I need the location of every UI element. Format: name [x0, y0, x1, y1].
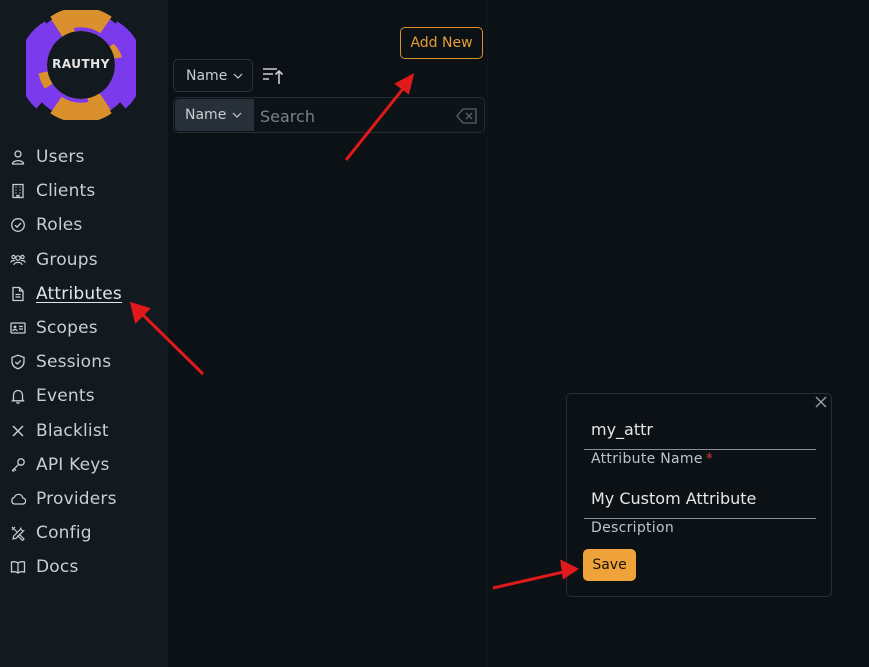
- sidebar-item-groups[interactable]: Groups: [0, 243, 168, 277]
- sidebar-item-label: Sessions: [36, 352, 112, 373]
- clear-input-icon[interactable]: [456, 107, 478, 125]
- bell-icon: [11, 390, 25, 405]
- close-icon[interactable]: [814, 395, 828, 409]
- sidebar-item-label: Docs: [36, 557, 79, 578]
- user-icon: [11, 150, 25, 165]
- building-icon: [12, 184, 24, 199]
- attribute-name-input[interactable]: my_attr: [584, 410, 816, 450]
- search-field-value: Name: [185, 107, 227, 123]
- sidebar-item-events[interactable]: Events: [0, 379, 168, 413]
- sort-by-value: Name: [186, 67, 228, 84]
- sidebar-item-label: Providers: [36, 488, 117, 509]
- id-card-icon: [10, 322, 26, 334]
- sidebar-item-roles[interactable]: Roles: [0, 208, 168, 242]
- check-circle-icon: [11, 218, 25, 233]
- add-attribute-dialog: my_attr Attribute Name * My Custom Attrib…: [566, 393, 832, 597]
- key-icon: [11, 457, 25, 472]
- chevron-down-icon: [233, 73, 243, 79]
- tools-icon: [11, 526, 26, 542]
- rauthy-logo[interactable]: RAUTHY: [18, 7, 144, 123]
- sidebar: RAUTHY Users Clients Roles Groups Attrib…: [0, 0, 168, 667]
- chevron-down-icon: [232, 112, 242, 118]
- sidebar-item-label: Events: [36, 386, 95, 407]
- sidebar-item-label: Clients: [36, 181, 96, 202]
- add-new-button[interactable]: Add New: [400, 27, 483, 59]
- sidebar-item-config[interactable]: Config: [0, 516, 168, 550]
- description-field[interactable]: My Custom Attribute Description: [584, 479, 816, 536]
- sidebar-item-label: Scopes: [36, 318, 98, 339]
- search-field-select[interactable]: Name: [175, 99, 254, 131]
- attribute-name-label: Attribute Name *: [584, 451, 816, 467]
- cloud-icon: [11, 493, 26, 505]
- x-icon: [12, 425, 24, 437]
- users-group-icon: [10, 254, 26, 265]
- logo-text: RAUTHY: [52, 57, 110, 71]
- sidebar-item-label: Users: [36, 147, 85, 168]
- attribute-name-field[interactable]: my_attr Attribute Name *: [584, 410, 816, 467]
- sidebar-item-label: API Keys: [36, 454, 110, 475]
- sidebar-item-label: Groups: [36, 249, 98, 270]
- sidebar-item-docs[interactable]: Docs: [0, 550, 168, 584]
- sidebar-nav: Users Clients Roles Groups Attributes Sc…: [0, 140, 168, 584]
- book-icon: [10, 561, 26, 575]
- sidebar-item-label: Attributes: [36, 283, 122, 304]
- sidebar-item-blacklist[interactable]: Blacklist: [0, 414, 168, 448]
- sidebar-item-label: Roles: [36, 215, 83, 236]
- sidebar-item-label: Config: [36, 523, 92, 544]
- attribute-name-label-text: Attribute Name: [591, 451, 703, 467]
- sort-direction-icon[interactable]: [261, 64, 285, 88]
- search-bar: Name: [173, 97, 485, 133]
- sidebar-item-users[interactable]: Users: [0, 140, 168, 174]
- required-marker: *: [705, 451, 714, 467]
- description-label: Description: [591, 520, 675, 536]
- sidebar-item-attributes[interactable]: Attributes: [0, 277, 168, 311]
- sidebar-item-label: Blacklist: [36, 420, 109, 441]
- annotation-arrow-save: [492, 559, 579, 590]
- sidebar-item-clients[interactable]: Clients: [0, 174, 168, 208]
- save-button[interactable]: Save: [583, 549, 636, 581]
- sort-by-select[interactable]: Name: [173, 59, 253, 92]
- sidebar-item-scopes[interactable]: Scopes: [0, 311, 168, 345]
- sidebar-item-api-keys[interactable]: API Keys: [0, 448, 168, 482]
- description-input[interactable]: My Custom Attribute: [584, 479, 816, 519]
- search-input[interactable]: [260, 104, 450, 128]
- shield-check-icon: [11, 354, 25, 370]
- panel-divider: [487, 0, 488, 667]
- document-icon: [12, 286, 24, 301]
- sidebar-item-providers[interactable]: Providers: [0, 482, 168, 516]
- sidebar-item-sessions[interactable]: Sessions: [0, 345, 168, 379]
